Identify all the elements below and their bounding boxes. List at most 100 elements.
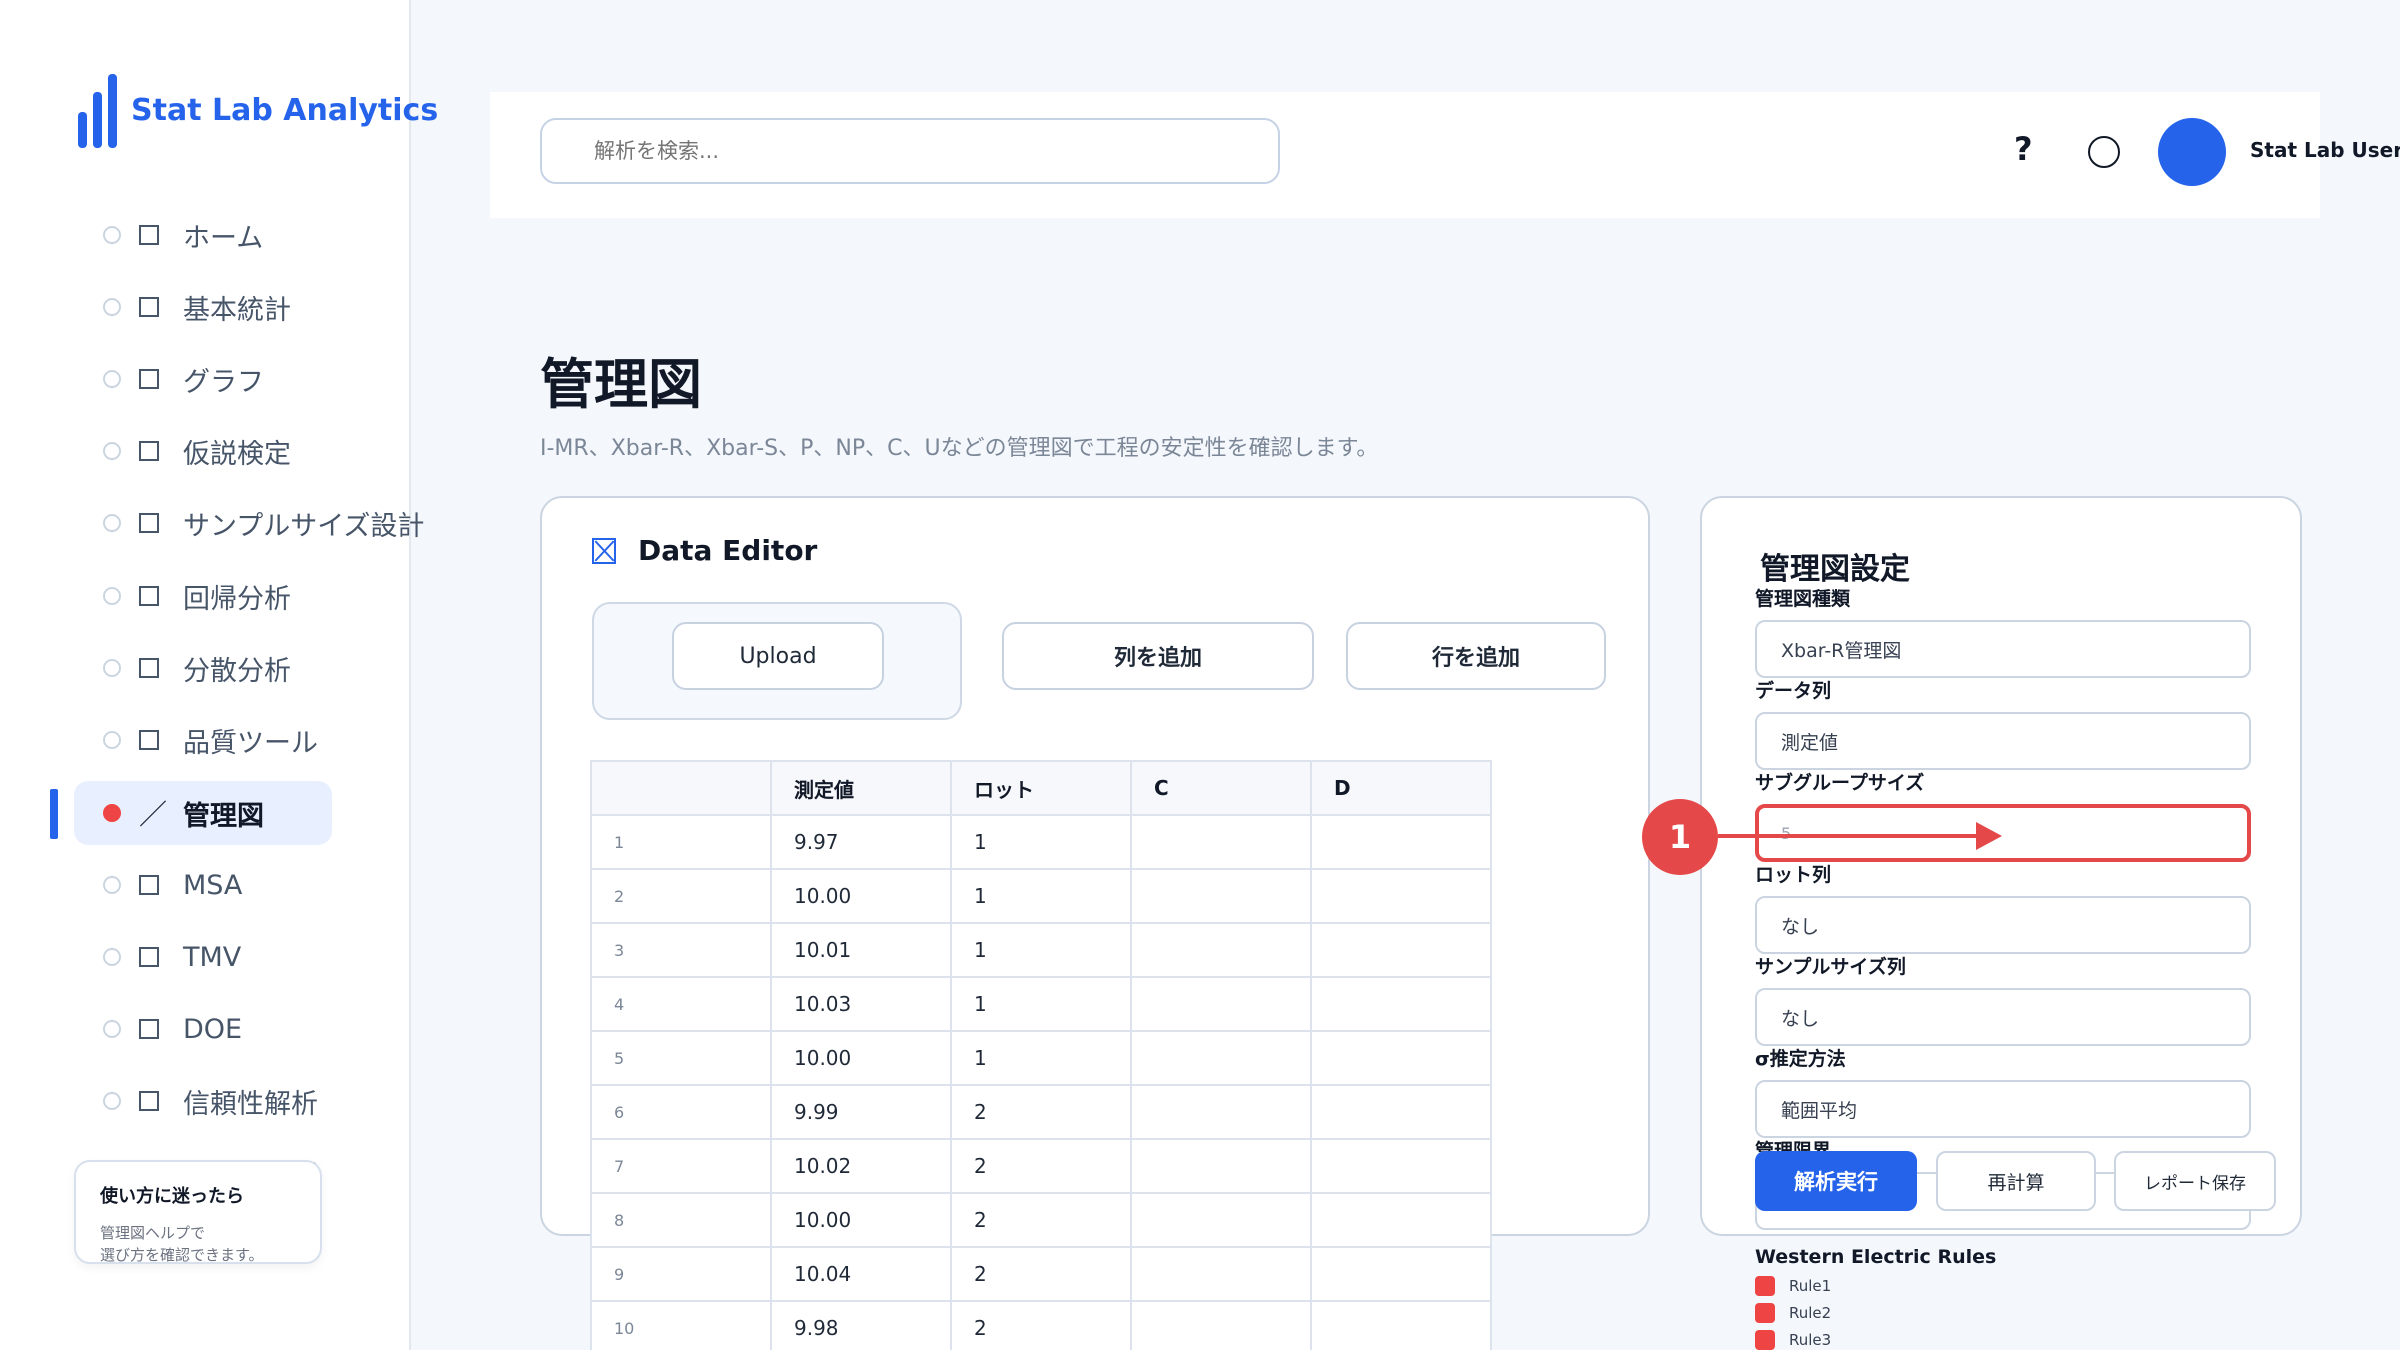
table-cell[interactable]: 2 <box>950 1138 1132 1194</box>
sidebar-item-reliability[interactable]: 信頼性解析 <box>74 1069 318 1133</box>
rule-item[interactable]: Rule2 <box>1755 1303 1831 1323</box>
table-cell[interactable]: 2 <box>950 1192 1132 1248</box>
table-cell[interactable] <box>1130 1192 1312 1248</box>
table-cell[interactable] <box>1130 1246 1312 1302</box>
table-cell[interactable]: 10.00 <box>770 868 952 924</box>
table-cell[interactable] <box>1310 922 1492 978</box>
upload-button[interactable]: Upload <box>672 622 884 690</box>
table-cell[interactable] <box>1130 1030 1312 1086</box>
table-cell[interactable]: 10.00 <box>770 1192 952 1248</box>
square-icon <box>139 586 159 606</box>
table-cell[interactable] <box>1310 868 1492 924</box>
status-dot-icon <box>103 587 121 605</box>
lot-column-select[interactable]: なし <box>1755 896 2251 954</box>
sidebar-item-graph[interactable]: グラフ <box>74 347 264 411</box>
column-header[interactable]: C <box>1130 760 1312 816</box>
sample-size-column-select[interactable]: なし <box>1755 988 2251 1046</box>
sidebar-item-control-chart[interactable]: ／ 管理図 <box>74 781 332 845</box>
status-dot-icon <box>103 226 121 244</box>
table-cell[interactable]: 1 <box>950 814 1132 870</box>
table-cell[interactable] <box>1310 814 1492 870</box>
sidebar-item-quality-tools[interactable]: 品質ツール <box>74 708 318 772</box>
avatar[interactable] <box>2158 118 2226 186</box>
sidebar-item-doe[interactable]: DOE <box>74 997 242 1061</box>
table-cell[interactable]: 1 <box>950 922 1132 978</box>
table-cell[interactable] <box>1310 1192 1492 1248</box>
square-icon <box>139 441 159 461</box>
sidebar-item-regression[interactable]: 回帰分析 <box>74 564 291 628</box>
column-header[interactable] <box>590 760 772 816</box>
help-card[interactable]: 使い方に迷ったら 管理図ヘルプで 選び方を確認できます。 <box>74 1160 322 1264</box>
table-cell[interactable]: 10.01 <box>770 922 952 978</box>
page-subtitle: I-MR、Xbar-R、Xbar-S、P、NP、C、Uなどの管理図で工程の安定性… <box>540 436 1379 461</box>
sidebar-item-sample-size[interactable]: サンプルサイズ設計 <box>74 491 424 555</box>
table-row: 5 10.00 1 <box>590 1030 1492 1086</box>
status-dot-icon <box>103 442 121 460</box>
sidebar-item-label: 回帰分析 <box>183 583 291 615</box>
table-cell[interactable] <box>1310 1084 1492 1140</box>
help-icon[interactable]: ? <box>2014 130 2033 168</box>
table-cell[interactable] <box>1130 814 1312 870</box>
rule-item[interactable]: Rule1 <box>1755 1276 1831 1296</box>
data-column-select[interactable]: 測定値 <box>1755 712 2251 770</box>
upload-dropzone[interactable]: Upload <box>592 602 962 720</box>
table-cell[interactable] <box>1130 922 1312 978</box>
sidebar-item-msa[interactable]: MSA <box>74 853 242 917</box>
search-input[interactable] <box>540 118 1280 184</box>
column-header[interactable]: ロット <box>950 760 1132 816</box>
table-row: 6 9.99 2 <box>590 1084 1492 1140</box>
page-title: 管理図 <box>540 353 702 416</box>
subgroup-size-input[interactable]: 5 <box>1755 804 2251 862</box>
table-cell[interactable]: 9.97 <box>770 814 952 870</box>
save-report-button[interactable]: レポート保存 <box>2114 1151 2276 1211</box>
recalculate-button[interactable]: 再計算 <box>1936 1151 2096 1211</box>
rule-item[interactable]: Rule3 <box>1755 1330 1831 1350</box>
table-cell[interactable]: 2 <box>950 1246 1132 1302</box>
table-cell[interactable]: 2 <box>950 1084 1132 1140</box>
sidebar-item-basic-stats[interactable]: 基本統計 <box>74 275 291 339</box>
square-icon <box>139 947 159 967</box>
table-cell[interactable]: 9.99 <box>770 1084 952 1140</box>
table-cell[interactable] <box>1130 1084 1312 1140</box>
table-cell[interactable]: 1 <box>950 1030 1132 1086</box>
user-name[interactable]: Stat Lab User <box>2250 138 2400 162</box>
top-bar: ? Stat Lab User <box>490 92 2400 218</box>
add-column-button[interactable]: 列を追加 <box>1002 622 1314 690</box>
field-label-sigma-method: σ推定方法 <box>1755 1048 1846 1070</box>
field-label-chart-type: 管理図種類 <box>1755 588 1851 610</box>
table-cell[interactable]: 1 <box>950 976 1132 1032</box>
column-header[interactable]: D <box>1310 760 1492 816</box>
circle-icon[interactable] <box>2088 136 2120 168</box>
table-cell[interactable]: 10.00 <box>770 1030 952 1086</box>
table-cell[interactable]: 10.04 <box>770 1246 952 1302</box>
table-cell[interactable] <box>1130 976 1312 1032</box>
sidebar-item-hypothesis-test[interactable]: 仮説検定 <box>74 419 291 483</box>
table-cell[interactable]: 9.98 <box>770 1300 952 1350</box>
run-analysis-button[interactable]: 解析実行 <box>1755 1151 1917 1211</box>
annotation-badge: 1 <box>1642 799 1718 875</box>
column-header[interactable]: 測定値 <box>770 760 952 816</box>
table-cell[interactable]: 1 <box>950 868 1132 924</box>
table-cell[interactable] <box>1310 1246 1492 1302</box>
add-row-button[interactable]: 行を追加 <box>1346 622 1606 690</box>
table-cell[interactable] <box>1310 1300 1492 1350</box>
brand[interactable]: Stat Lab Analytics <box>78 74 438 148</box>
sidebar-item-tmv[interactable]: TMV <box>74 925 241 989</box>
table-cell[interactable] <box>1310 976 1492 1032</box>
rule-checkbox-icon[interactable] <box>1755 1303 1775 1323</box>
table-cell[interactable] <box>1130 1138 1312 1194</box>
rule-checkbox-icon[interactable] <box>1755 1276 1775 1296</box>
table-cell[interactable] <box>1130 1300 1312 1350</box>
sidebar-item-home[interactable]: ホーム <box>74 203 263 267</box>
table-cell[interactable] <box>1310 1030 1492 1086</box>
table-cell[interactable]: 10.02 <box>770 1138 952 1194</box>
table-row: 2 10.00 1 <box>590 868 1492 924</box>
table-cell[interactable]: 10.03 <box>770 976 952 1032</box>
sidebar-item-anova[interactable]: 分散分析 <box>74 636 291 700</box>
rule-checkbox-icon[interactable] <box>1755 1330 1775 1350</box>
chart-type-select[interactable]: Xbar-R管理図 <box>1755 620 2251 678</box>
table-cell[interactable]: 2 <box>950 1300 1132 1350</box>
table-cell[interactable] <box>1310 1138 1492 1194</box>
table-cell[interactable] <box>1130 868 1312 924</box>
sigma-method-select[interactable]: 範囲平均 <box>1755 1080 2251 1138</box>
